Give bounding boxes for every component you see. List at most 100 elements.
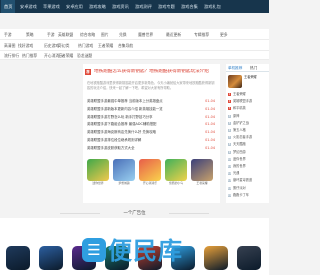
rank-label[interactable]: 英雄联盟手游 — [233, 98, 269, 105]
category-link[interactable]: 策略 — [26, 29, 34, 40]
nav-item[interactable]: 游戏礼包 — [204, 0, 221, 13]
news-title[interactable]: 英雄联盟手游皮肤获取方式大全 — [87, 145, 199, 152]
rank-label[interactable]: 天天酷跑 — [233, 141, 269, 148]
category-link[interactable]: 恐龙谜题 — [77, 51, 92, 60]
rank-item[interactable]: 1 王者荣耀 — [228, 91, 269, 98]
news-item[interactable]: 英雄联盟手游排位段位继承规则详解 01-04 — [87, 137, 215, 144]
category-link[interactable]: 英雄联盟 — [58, 29, 73, 40]
rank-label[interactable]: 崩坏星穹铁道 — [233, 177, 269, 184]
nav-item[interactable]: 游戏合集 — [181, 0, 198, 13]
rank-label[interactable]: 和平精英 — [233, 105, 269, 112]
category-link[interactable]: 流行排行 — [4, 51, 19, 60]
nav-item[interactable]: 游戏专题 — [158, 0, 175, 13]
rank-label[interactable]: 光遇 — [233, 170, 269, 177]
game-icon[interactable] — [165, 159, 187, 181]
rank-item[interactable]: 10 迷你世界 — [228, 156, 269, 163]
rank-item[interactable]: 13 崩坏星穹铁道 — [228, 177, 269, 184]
nav-item[interactable]: 首页 — [1, 0, 16, 13]
news-title[interactable]: 英雄联盟手游打野怎么玩 新手打野技巧分享 — [87, 114, 199, 121]
featured-game-name[interactable]: 王者荣耀 — [244, 75, 268, 80]
nav-item[interactable]: 游戏资讯 — [112, 0, 129, 13]
app-tile[interactable] — [237, 246, 261, 270]
rank-item[interactable]: 2 英雄联盟手游 — [228, 98, 269, 105]
rank-label[interactable]: 跑跑卡丁车 — [233, 192, 269, 199]
game-name[interactable]: 开心消消乐 — [139, 181, 161, 186]
news-item[interactable]: 英雄联盟手游皮肤获取方式大全 01-04 — [87, 145, 215, 152]
game-icon[interactable] — [113, 159, 135, 181]
category-link[interactable]: 综合攻略 — [80, 29, 95, 40]
nav-item[interactable]: 游戏攻略 — [89, 0, 106, 13]
rank-item[interactable]: 12 光遇 — [228, 170, 269, 177]
category-link[interactable]: 热门游戏 — [78, 40, 93, 51]
rank-item[interactable]: 9 梦幻西游 — [228, 149, 269, 156]
news-title[interactable]: 英雄联盟手游排位段位继承规则详解 — [87, 137, 199, 144]
rank-item[interactable]: 3 和平精英 — [228, 105, 269, 112]
rank-item[interactable]: 4 原神 — [228, 113, 269, 120]
category-link[interactable]: 魔兽世界 — [138, 29, 153, 40]
category-link[interactable]: 专辑推荐 — [194, 29, 209, 40]
rank-label[interactable]: 蛋仔派对 — [233, 185, 269, 192]
app-tile[interactable] — [6, 246, 30, 270]
tab-single[interactable]: 单机推荐 — [228, 64, 242, 72]
news-item[interactable]: 英雄联盟手游海克斯商店兑换什么好 兑换攻略 01-04 — [87, 129, 215, 136]
headline[interactable]: 荐 地铁跑酷怎么获得新钥匙？地铁跑酷获得新钥匙玩法介绍 — [85, 69, 218, 77]
rank-item[interactable]: 6 第五人格 — [228, 127, 269, 134]
category-link[interactable]: 更多 — [220, 29, 228, 40]
category-link[interactable]: 图片 — [101, 29, 109, 40]
game-name[interactable]: 王者荣耀 — [191, 181, 213, 186]
game-item[interactable]: 迷你世界 — [87, 159, 109, 186]
category-link[interactable]: 找好游戏 — [18, 40, 33, 51]
nav-item[interactable]: 安卓应用 — [66, 0, 83, 13]
news-item[interactable]: 英雄联盟手游新版本更新内容介绍 新英雄技能一览 01-04 — [87, 106, 215, 113]
category-link[interactable]: 奇幻类 — [58, 40, 69, 51]
news-title[interactable]: 英雄联盟手游最强中单推荐 当前版本上分英雄盘点 — [87, 98, 199, 105]
nav-item[interactable]: 游戏测评 — [135, 0, 152, 13]
rank-label[interactable]: 火影忍者手游 — [233, 134, 269, 141]
news-item[interactable]: 英雄联盟手游最强中单推荐 当前版本上分英雄盘点 01-04 — [87, 98, 215, 105]
game-icon[interactable] — [191, 159, 213, 181]
category-link[interactable]: 历史游戏 — [44, 40, 59, 51]
game-icon[interactable] — [87, 159, 109, 181]
category-link[interactable]: 王者荣耀 — [58, 51, 73, 60]
featured-game-image[interactable] — [228, 75, 242, 88]
game-name[interactable]: 梦想城镇 — [113, 181, 135, 186]
category-link[interactable]: 热门推荐 — [22, 51, 37, 60]
rank-label[interactable]: 我的世界 — [233, 163, 269, 170]
headline-title[interactable]: 地铁跑酷怎么获得新钥匙？地铁跑酷获得新钥匙玩法介绍 — [94, 69, 218, 75]
category-link[interactable]: 手游 — [4, 29, 12, 40]
game-item[interactable]: 开心消消乐 — [139, 159, 161, 186]
rank-label[interactable]: 迷你世界 — [233, 156, 269, 163]
rank-label[interactable]: 金铲铲之战 — [233, 120, 269, 127]
game-icon[interactable] — [139, 159, 161, 181]
news-title[interactable]: 英雄联盟手游下路组合推荐 最强ADC辅助搭配 — [87, 121, 199, 128]
rank-item[interactable]: 15 跑跑卡丁车 — [228, 192, 269, 199]
rank-label[interactable]: 梦幻西游 — [233, 149, 269, 156]
category-link[interactable]: 最近更新 — [166, 29, 181, 40]
game-item[interactable]: 梦想城镇 — [113, 159, 135, 186]
category-link[interactable]: 手游 — [47, 29, 55, 40]
rank-label[interactable]: 第五人格 — [233, 127, 269, 134]
category-link[interactable]: 高清图 — [4, 40, 15, 51]
app-tile[interactable] — [39, 246, 63, 270]
rank-item[interactable]: 11 我的世界 — [228, 163, 269, 170]
news-item[interactable]: 英雄联盟手游打野怎么玩 新手打野技巧分享 01-04 — [87, 114, 215, 121]
rank-item[interactable]: 8 天天酷跑 — [228, 141, 269, 148]
rank-item[interactable]: 14 蛋仔派对 — [228, 185, 269, 192]
category-link[interactable]: 王者荣耀 — [98, 40, 113, 51]
news-title[interactable]: 英雄联盟手游新版本更新内容介绍 新英雄技能一览 — [87, 106, 199, 113]
rank-label[interactable]: 原神 — [233, 113, 269, 120]
news-title[interactable]: 英雄联盟手游海克斯商店兑换什么好 兑换攻略 — [87, 129, 199, 136]
game-name[interactable]: 愤怒的小鸟 — [165, 181, 187, 186]
category-link[interactable]: 兑换 — [119, 29, 127, 40]
game-name[interactable]: 迷你世界 — [87, 181, 109, 186]
tab-hot[interactable]: 热门 — [250, 64, 257, 72]
rank-item[interactable]: 5 金铲铲之战 — [228, 120, 269, 127]
rank-label[interactable]: 王者荣耀 — [233, 91, 269, 98]
category-link[interactable]: 合集导航 — [118, 40, 133, 51]
nav-item[interactable]: 苹果游戏 — [43, 0, 60, 13]
game-item[interactable]: 愤怒的小鸟 — [165, 159, 187, 186]
news-item[interactable]: 英雄联盟手游下路组合推荐 最强ADC辅助搭配 01-04 — [87, 121, 215, 128]
nav-item[interactable]: 安卓游戏 — [20, 0, 37, 13]
game-item[interactable]: 王者荣耀 — [191, 159, 213, 186]
rank-item[interactable]: 7 火影忍者手游 — [228, 134, 269, 141]
